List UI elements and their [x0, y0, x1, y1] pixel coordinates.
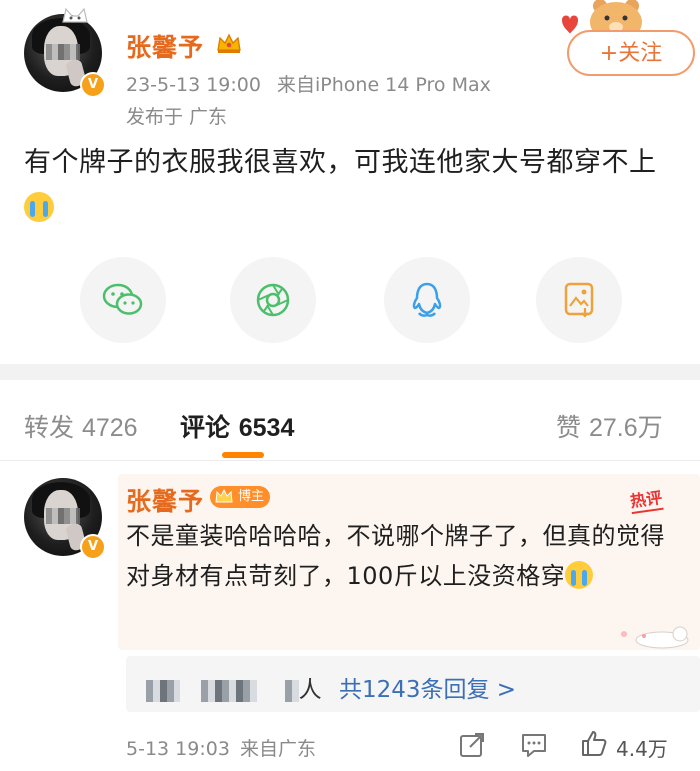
comment-reply-icon[interactable]: [520, 731, 548, 759]
tab-repost-count: 4726: [81, 414, 138, 442]
comment-meta: 5-13 19:03 来自广东: [126, 734, 316, 761]
post-author-name[interactable]: 张馨予: [126, 28, 204, 64]
replies-person-suffix: 人: [298, 677, 322, 703]
masked-username-3: [284, 679, 299, 702]
post-meta-line: 23-5-13 19:00 来自iPhone 14 Pro Max: [126, 70, 491, 97]
comment-author-name[interactable]: 张馨予: [126, 482, 204, 518]
comment-like-count: 4.4万: [616, 737, 668, 761]
cat-ears-decoration-icon: [62, 7, 88, 23]
share-moments-button[interactable]: [230, 257, 316, 343]
tab-comments[interactable]: 评论 6534: [180, 408, 294, 444]
crown-icon: [217, 33, 241, 53]
comment-timestamp: 5-13 19:03: [126, 738, 230, 760]
blogger-badge: 博主: [210, 486, 271, 508]
comment-text-container: 不是童装哈哈哈哈，不说哪个牌子了，但真的觉得对身材有点苛刻了，100斤以上没资格…: [126, 516, 666, 596]
cat-sticker-icon: [621, 626, 689, 649]
wechat-icon: [102, 283, 143, 315]
masked-username-1: [146, 679, 180, 702]
tab-comments-count: 6534: [238, 414, 295, 442]
post-location: 发布于 广东: [126, 106, 228, 128]
tab-repost-label: 转发: [24, 413, 75, 442]
like-thumb-icon[interactable]: [580, 729, 608, 757]
replies-count-link[interactable]: 共1243条回复 >: [339, 677, 516, 703]
share-icon[interactable]: [458, 731, 486, 759]
post-text: 有个牌子的衣服我很喜欢，可我连他家大号都穿不上: [24, 147, 657, 178]
follow-button[interactable]: +关注: [567, 30, 695, 76]
post-text-container: 有个牌子的衣服我很喜欢，可我连他家大号都穿不上: [24, 140, 684, 232]
blogger-badge-label: 博主: [238, 489, 265, 504]
tab-likes-count: 27.6万: [588, 414, 663, 442]
post-timestamp: 23-5-13 19:00: [126, 74, 261, 96]
comment-verified-badge-icon: V: [80, 534, 106, 560]
tab-likes-label: 赞: [556, 413, 582, 442]
qq-icon: [412, 282, 442, 317]
section-divider: [0, 364, 700, 380]
tab-likes[interactable]: 赞 27.6万: [556, 408, 663, 444]
tab-comments-label: 评论: [180, 413, 231, 442]
save-image-button[interactable]: [536, 257, 622, 343]
replies-summary[interactable]: 人 共1243条回复 >: [146, 670, 516, 704]
comment-source: 来自广东: [239, 738, 316, 760]
tab-repost[interactable]: 转发 4726: [24, 408, 138, 444]
masked-username-2: [201, 679, 258, 702]
share-qq-button[interactable]: [384, 257, 470, 343]
moments-icon: [256, 283, 290, 317]
crying-face-icon: [24, 192, 54, 222]
verified-badge-icon: V: [80, 72, 106, 98]
active-tab-indicator: [222, 452, 264, 458]
hot-comment-tag: 热评: [628, 483, 664, 515]
save-image-icon: [564, 282, 594, 318]
tabs-bottom-border: [0, 460, 700, 461]
share-wechat-button[interactable]: [80, 257, 166, 343]
post-source: 来自iPhone 14 Pro Max: [277, 74, 491, 96]
crying-face-icon: [565, 561, 594, 589]
badge-crown-icon: [215, 488, 233, 503]
